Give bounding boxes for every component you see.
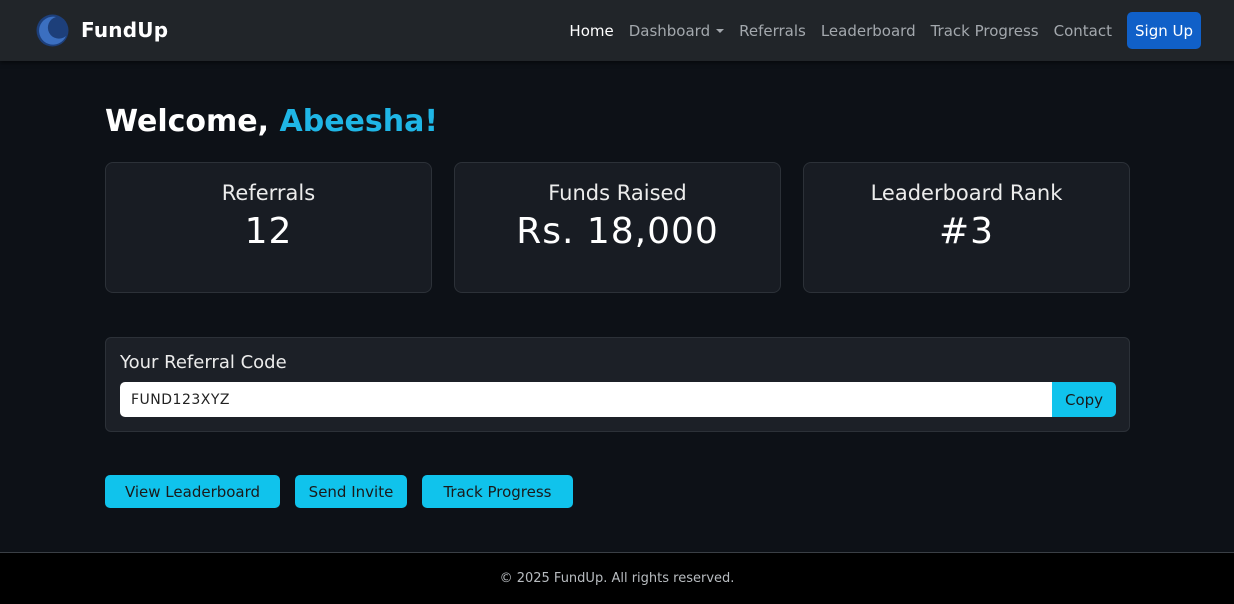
nav-dashboard-dropdown[interactable]: Dashboard bbox=[628, 21, 725, 40]
welcome-prefix: Welcome, bbox=[105, 104, 280, 139]
caret-down-icon bbox=[716, 28, 725, 33]
stat-card-title: Leaderboard Rank bbox=[870, 181, 1063, 205]
track-progress-button[interactable]: Track Progress bbox=[422, 475, 573, 508]
stat-card-value: Rs. 18,000 bbox=[516, 211, 719, 252]
stat-card-funds-raised: Funds Raised Rs. 18,000 bbox=[454, 162, 781, 293]
nav-contact[interactable]: Contact bbox=[1054, 22, 1112, 40]
copy-button[interactable]: Copy bbox=[1052, 382, 1116, 417]
footer-copyright: © 2025 FundUp. All rights reserved. bbox=[499, 571, 735, 586]
stat-card-title: Referrals bbox=[221, 181, 316, 205]
stat-card-referrals: Referrals 12 bbox=[105, 162, 432, 293]
nav-leaderboard-label: Leaderboard bbox=[820, 21, 916, 40]
welcome-heading: Welcome, Abeesha! bbox=[105, 104, 438, 139]
stat-card-leaderboard-rank: Leaderboard Rank #3 bbox=[803, 162, 1130, 293]
nav-leaderboard[interactable]: Leaderboard bbox=[821, 22, 916, 40]
nav-home-label: Home bbox=[569, 21, 614, 40]
stat-card-title: Funds Raised bbox=[548, 181, 687, 205]
top-navbar: FundUp Home Dashboard Referrals Leaderbo… bbox=[0, 0, 1234, 61]
nav-links: Home Dashboard Referrals Leaderboard Tra… bbox=[554, 12, 1201, 49]
brand-name: FundUp bbox=[81, 18, 169, 42]
nav-referrals-label: Referrals bbox=[739, 21, 806, 40]
send-invite-button[interactable]: Send Invite bbox=[295, 475, 407, 508]
signup-button[interactable]: Sign Up bbox=[1127, 12, 1201, 49]
footer: © 2025 FundUp. All rights reserved. bbox=[0, 552, 1234, 604]
nav-track-progress[interactable]: Track Progress bbox=[931, 22, 1039, 40]
stat-card-value: #3 bbox=[938, 211, 995, 252]
brand[interactable]: FundUp bbox=[36, 13, 168, 47]
nav-contact-label: Contact bbox=[1053, 21, 1112, 40]
referral-code-field[interactable] bbox=[120, 382, 1052, 417]
nav-home[interactable]: Home bbox=[569, 22, 613, 40]
crescent-logo-icon bbox=[36, 14, 69, 47]
nav-referrals[interactable]: Referrals bbox=[739, 22, 806, 40]
nav-track-progress-label: Track Progress bbox=[930, 21, 1039, 40]
nav-dashboard-label: Dashboard bbox=[628, 21, 711, 40]
referral-code-label: Your Referral Code bbox=[120, 352, 287, 373]
welcome-user-name: Abeesha! bbox=[279, 104, 439, 139]
view-leaderboard-button[interactable]: View Leaderboard bbox=[105, 475, 280, 508]
referral-code-panel: Your Referral Code Copy bbox=[105, 337, 1130, 432]
stat-card-value: 12 bbox=[244, 211, 293, 252]
